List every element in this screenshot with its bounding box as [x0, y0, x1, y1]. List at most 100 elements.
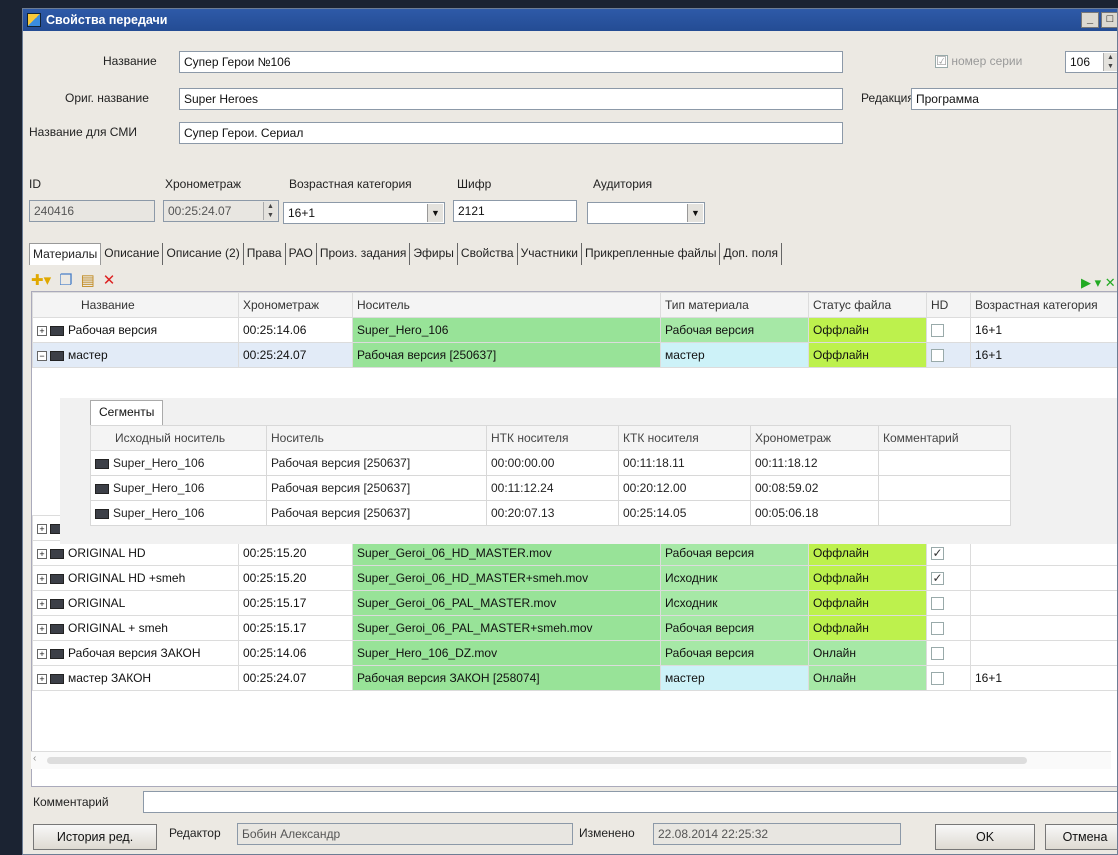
tab-description[interactable]: Описание: [101, 243, 164, 265]
table-row[interactable]: + мастер ЗАКОН 00:25:24.07 Рабочая версия …: [32, 665, 1117, 691]
audience-select[interactable]: ▼: [587, 202, 705, 224]
table-row[interactable]: + ORIGINAL 00:25:15.17 Super_Geroi_06_PAL_…: [32, 590, 1117, 616]
tape-icon: [50, 548, 64, 559]
tab-attached-files[interactable]: Прикрепленные файлы: [582, 243, 721, 265]
hd-checkbox[interactable]: [931, 672, 944, 686]
orig-name-field[interactable]: Super Heroes: [179, 88, 843, 110]
tab-description-2[interactable]: Описание (2): [163, 243, 244, 265]
expand-icon[interactable]: +: [37, 573, 47, 584]
duration-field[interactable]: 00:25:24.07 ▲ ▼: [163, 200, 279, 222]
tab-extra-fields[interactable]: Доп. поля: [720, 243, 782, 265]
hd-checkbox[interactable]: ✓: [931, 547, 944, 561]
col-hd[interactable]: HD: [926, 292, 971, 318]
tape-icon: [50, 598, 64, 609]
play-icon[interactable]: ▶ ▾ ✕: [1081, 275, 1116, 291]
seg-col-media[interactable]: Носитель: [266, 425, 487, 451]
hd-checkbox[interactable]: [931, 622, 944, 636]
name-field[interactable]: Супер Герои №106: [179, 51, 843, 73]
col-type[interactable]: Тип материала: [660, 292, 809, 318]
tape-icon: [50, 350, 64, 361]
tape-icon: [50, 325, 64, 336]
tab-broadcasts[interactable]: Эфиры: [410, 243, 458, 265]
comment-field[interactable]: [143, 791, 1117, 813]
table-row[interactable]: + Рабочая версия ЗАКОН 00:25:14.06 Super_H…: [32, 640, 1117, 666]
duration-label: Хронометраж: [165, 177, 242, 191]
segment-row[interactable]: Super_Hero_106 Рабочая версия [250637] 00:…: [90, 450, 1011, 476]
col-media[interactable]: Носитель: [352, 292, 661, 318]
code-field[interactable]: 2121: [453, 200, 577, 222]
expand-icon[interactable]: +: [37, 623, 47, 634]
id-field: 240416: [29, 200, 155, 222]
expand-icon[interactable]: +: [37, 325, 47, 336]
edition-label: Редакция: [861, 91, 914, 105]
title-bar: Свойства передачи _ □: [23, 9, 1117, 31]
horizontal-scrollbar[interactable]: ‹: [31, 751, 1111, 769]
tab-production-tasks[interactable]: Произ. задания: [317, 243, 411, 265]
smi-name-field[interactable]: Супер Герои. Сериал: [179, 122, 843, 144]
smi-name-label: Название для СМИ: [29, 125, 137, 139]
grid-toolbar: ✚▾ ❐ ▤ ✕: [31, 271, 115, 289]
scroll-thumb[interactable]: [47, 757, 1027, 764]
col-age[interactable]: Возрастная категория: [970, 292, 1117, 318]
seg-col-in[interactable]: НТК носителя: [486, 425, 619, 451]
series-spinner[interactable]: ▲ ▼: [1103, 53, 1117, 71]
copy-icon[interactable]: ❐: [59, 271, 72, 289]
minimize-button[interactable]: _: [1081, 12, 1099, 28]
expand-icon[interactable]: +: [37, 548, 47, 559]
seg-col-comment[interactable]: Комментарий: [878, 425, 1011, 451]
ok-button[interactable]: OK: [935, 824, 1035, 850]
tab-properties[interactable]: Свойства: [458, 243, 518, 265]
hd-checkbox[interactable]: [931, 324, 944, 338]
edition-select[interactable]: Программа: [911, 88, 1117, 110]
table-row[interactable]: + ORIGINAL HD 00:25:15.20 Super_Geroi_06_H…: [32, 540, 1117, 566]
history-button[interactable]: История ред.: [33, 824, 157, 850]
hd-checkbox[interactable]: ✓: [931, 572, 944, 586]
tape-icon: [95, 458, 109, 469]
series-number-checkbox[interactable]: ☑ номер серии: [935, 54, 1022, 69]
age-category-select[interactable]: 16+1 ▼: [283, 202, 445, 224]
seg-col-source[interactable]: Исходный носитель: [90, 425, 267, 451]
tab-rao[interactable]: РАО: [286, 243, 317, 265]
add-icon[interactable]: ✚▾: [31, 271, 51, 289]
collapse-icon[interactable]: −: [37, 350, 47, 361]
expand-icon[interactable]: +: [37, 673, 47, 684]
tab-materials[interactable]: Материалы: [29, 243, 102, 265]
tape-icon: [50, 573, 64, 584]
segment-row[interactable]: Super_Hero_106 Рабочая версия [250637] 00:…: [90, 500, 1011, 526]
hd-checkbox[interactable]: [931, 647, 944, 661]
seg-col-duration[interactable]: Хронометраж: [750, 425, 879, 451]
hd-checkbox[interactable]: [931, 349, 944, 363]
orig-name-label: Ориг. название: [65, 91, 149, 105]
chevron-down-icon[interactable]: ▼: [687, 204, 703, 222]
table-row[interactable]: − мастер 00:25:24.07 Рабочая версия [25063…: [32, 342, 1117, 368]
properties-icon[interactable]: ▤: [81, 271, 95, 289]
maximize-button[interactable]: □: [1101, 12, 1117, 28]
segment-row[interactable]: Super_Hero_106 Рабочая версия [250637] 00:…: [90, 475, 1011, 501]
expand-icon[interactable]: +: [37, 598, 47, 609]
table-row[interactable]: + ORIGINAL + smeh 00:25:15.17 Super_Geroi_…: [32, 615, 1117, 641]
delete-icon[interactable]: ✕: [103, 271, 116, 289]
tab-rights[interactable]: Права: [244, 243, 286, 265]
table-row[interactable]: + Рабочая версия 00:25:14.06 Super_Hero_10…: [32, 317, 1117, 343]
expand-icon[interactable]: +: [37, 648, 47, 659]
name-label: Название: [103, 54, 157, 68]
series-number-value: 106: [1070, 55, 1091, 69]
series-number-field[interactable]: 106 ▲ ▼: [1065, 51, 1117, 73]
hd-checkbox[interactable]: [931, 597, 944, 611]
expand-icon[interactable]: +: [37, 523, 47, 534]
comment-label: Комментарий: [33, 795, 109, 809]
seg-col-out[interactable]: КТК носителя: [618, 425, 751, 451]
col-name[interactable]: Название: [32, 292, 239, 318]
col-duration[interactable]: Хронометраж: [238, 292, 353, 318]
editor-label: Редактор: [169, 826, 221, 840]
tab-segments[interactable]: Сегменты: [90, 400, 164, 426]
col-status[interactable]: Статус файла: [808, 292, 927, 318]
table-row[interactable]: + ORIGINAL HD +smeh 00:25:15.20 Super_Gero…: [32, 565, 1117, 591]
code-label: Шифр: [457, 177, 492, 191]
duration-value: 00:25:24.07: [168, 204, 232, 218]
chevron-down-icon[interactable]: ▼: [427, 204, 443, 222]
cancel-button[interactable]: Отмена: [1045, 824, 1117, 850]
scroll-left-icon[interactable]: ‹: [33, 753, 36, 764]
tab-participants[interactable]: Участники: [518, 243, 582, 265]
duration-spinner[interactable]: ▲ ▼: [263, 202, 277, 220]
